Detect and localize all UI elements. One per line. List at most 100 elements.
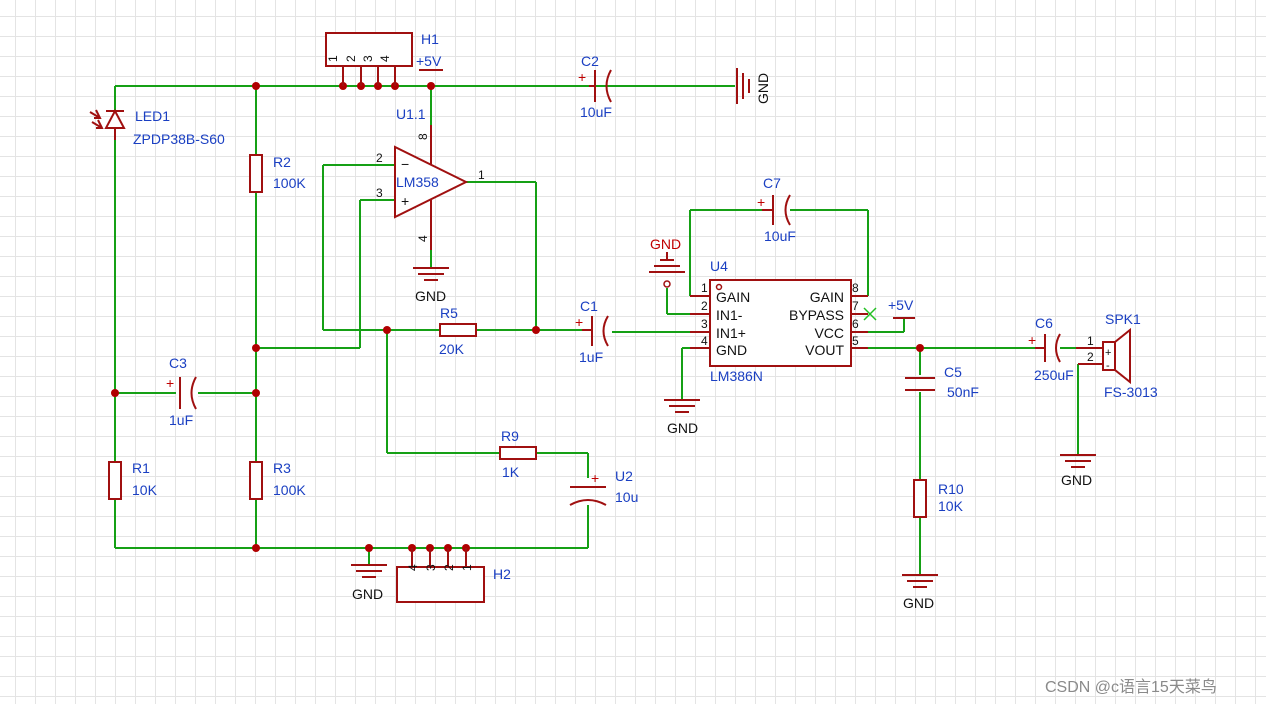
junction xyxy=(252,544,260,552)
u4-pin-num: 4 xyxy=(701,334,708,348)
u4-pin-num: 3 xyxy=(701,317,708,331)
c1-ref: C1 xyxy=(580,298,598,314)
net-label-vcc-h1: +5V xyxy=(416,53,442,69)
ground-symbol-spk: GND xyxy=(1060,454,1096,488)
junction xyxy=(111,389,119,397)
c3-polarity-icon: + xyxy=(166,375,174,391)
header-h2[interactable]: 4 3 2 1 H2 xyxy=(396,548,511,603)
junction xyxy=(252,82,260,90)
h2-pin-3: 3 xyxy=(424,564,438,571)
header-h1[interactable]: 1 2 3 4 H1 +5V xyxy=(325,31,443,86)
spk1-minus: - xyxy=(1106,360,1110,372)
ground-symbol-h2: GND xyxy=(351,564,387,602)
resistor-r5[interactable]: R5 20K xyxy=(439,305,477,357)
u4-pin-num: 1 xyxy=(701,281,708,295)
h1-pin-4: 4 xyxy=(378,55,392,62)
spk1-value: FS-3013 xyxy=(1104,384,1158,400)
u4-value: LM386N xyxy=(710,368,763,384)
resistor-r9[interactable]: R9 1K xyxy=(499,428,537,480)
c7-polarity-icon: + xyxy=(757,194,765,210)
resistor-r10[interactable]: R10 10K xyxy=(913,479,964,518)
c1-polarity-icon: + xyxy=(575,314,583,330)
u4-pin-name: VCC xyxy=(814,325,844,341)
c1-value: 1uF xyxy=(579,349,603,365)
opamp-u1[interactable]: U1.1 LM358 − + 2 3 1 8 4 xyxy=(376,106,485,250)
net-label-gnd-u1: GND xyxy=(415,288,446,304)
led1-light-icon xyxy=(89,109,102,119)
u4-pin-name: GAIN xyxy=(716,289,750,305)
r5-value: 20K xyxy=(439,341,465,357)
junction xyxy=(383,326,391,334)
u1-pin-plus: 3 xyxy=(376,186,383,200)
c6-value: 250uF xyxy=(1034,367,1074,383)
resistor-r3[interactable]: R3 100K xyxy=(249,460,306,500)
junction xyxy=(427,82,435,90)
u1-plus-sign: + xyxy=(401,193,409,209)
r3-value: 100K xyxy=(273,482,306,498)
c2-polarity-icon: + xyxy=(578,69,586,85)
led1-diode-icon xyxy=(104,108,126,129)
ground-symbol-u4-top: GND xyxy=(649,236,685,288)
c2-ref: C2 xyxy=(581,53,599,69)
u2-ref: U2 xyxy=(615,468,633,484)
resistor-r1[interactable]: R1 10K xyxy=(108,460,158,500)
h2-body xyxy=(396,566,485,603)
r1-value: 10K xyxy=(132,482,158,498)
c5-value: 50nF xyxy=(947,384,979,400)
schematic-svg: 1 2 3 4 H1 +5V + C2 10uF GND LED1 ZPDP38… xyxy=(89,31,1217,696)
capacitor-c1[interactable]: + C1 1uF xyxy=(575,298,609,365)
ic-u4[interactable]: 1 2 3 4 GAIN IN1- IN1+ GND 8 7 6 5 GAIN … xyxy=(690,258,877,384)
c7-ref: C7 xyxy=(763,175,781,191)
c7-value: 10uF xyxy=(764,228,796,244)
ground-symbol-u4: GND xyxy=(664,399,700,436)
u1-minus-sign: − xyxy=(401,156,409,172)
capacitor-u2[interactable]: + U2 10u xyxy=(569,468,638,506)
net-label-gnd-h2: GND xyxy=(352,586,383,602)
led-led1[interactable]: LED1 ZPDP38B-S60 xyxy=(89,108,225,147)
u1-pin-out: 1 xyxy=(478,168,485,182)
net-label-gnd-u4: GND xyxy=(667,420,698,436)
ground-symbol-u1: GND xyxy=(413,267,449,304)
r9-value: 1K xyxy=(502,464,520,480)
u1-pin-vcc: 8 xyxy=(416,133,430,140)
net-label-vcc-u4: +5V xyxy=(888,297,914,313)
c3-value: 1uF xyxy=(169,412,193,428)
c6-ref: C6 xyxy=(1035,315,1053,331)
ground-symbol-r10: GND xyxy=(902,574,938,611)
u4-pin-name: IN1- xyxy=(716,307,743,323)
h2-pin-2: 2 xyxy=(442,564,456,571)
c6-polarity-icon: + xyxy=(1028,332,1036,348)
speaker-spk1[interactable]: 1 2 + - SPK1 FS-3013 xyxy=(1076,311,1158,400)
u4-pin-num: 6 xyxy=(852,317,859,331)
net-label-gnd-c2: GND xyxy=(755,73,771,104)
r5-ref: R5 xyxy=(440,305,458,321)
u4-pin-name: GAIN xyxy=(810,289,844,305)
resistor-r2[interactable]: R2 100K xyxy=(249,154,306,193)
u1-value: LM358 xyxy=(396,174,439,190)
net-label-gnd-u4-top: GND xyxy=(650,236,681,252)
junction xyxy=(916,344,924,352)
r10-ref: R10 xyxy=(938,481,964,497)
capacitor-c3[interactable]: + C3 1uF xyxy=(166,355,198,428)
junction xyxy=(365,544,373,552)
u1-ref: U1.1 xyxy=(396,106,426,122)
u4-ref: U4 xyxy=(710,258,728,274)
led1-ref: LED1 xyxy=(135,108,170,124)
schematic-canvas: 1 2 3 4 H1 +5V + C2 10uF GND LED1 ZPDP38… xyxy=(0,0,1266,704)
u4-pin-name: IN1+ xyxy=(716,325,746,341)
power-symbol-u4: +5V xyxy=(888,297,915,319)
h2-pin-4: 4 xyxy=(406,564,420,571)
c3-ref: C3 xyxy=(169,355,187,371)
h1-pin-3: 3 xyxy=(361,55,375,62)
r2-value: 100K xyxy=(273,175,306,191)
junction xyxy=(252,389,260,397)
u2-value: 10u xyxy=(615,489,638,505)
h1-ref: H1 xyxy=(421,31,439,47)
u4-pin-name: VOUT xyxy=(805,342,844,358)
h2-pin-1: 1 xyxy=(460,564,474,571)
spk1-ref: SPK1 xyxy=(1105,311,1141,327)
r2-ref: R2 xyxy=(273,154,291,170)
u4-pin-num: 8 xyxy=(852,281,859,295)
r10-value: 10K xyxy=(938,498,964,514)
capacitor-c5[interactable]: C5 50nF xyxy=(905,364,979,400)
